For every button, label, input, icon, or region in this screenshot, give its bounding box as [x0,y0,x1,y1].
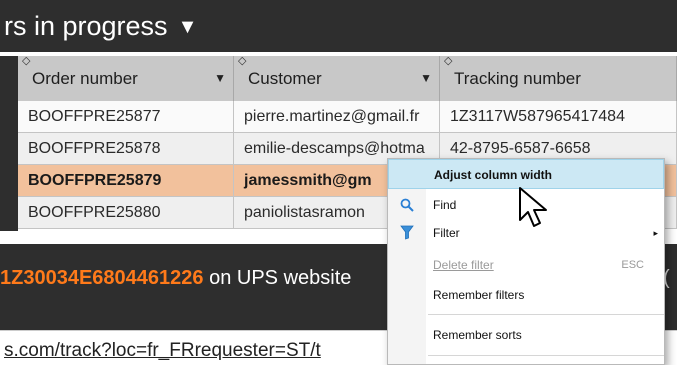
menu-item-shortcut: ESC [621,259,644,271]
tracking-link[interactable]: 1Z30034E6804461226 on UPS website [0,267,351,290]
sort-icon[interactable]: ◇ [22,56,30,84]
tracking-code[interactable]: 1Z30034E6804461226 [0,267,204,289]
column-header-label: Customer [248,69,322,88]
menu-item-label: Find [433,198,457,212]
column-header-label: Tracking number [454,69,581,88]
filter-icon [398,218,416,250]
menu-item-label: Remember filters [433,288,525,302]
menu-item-remember-filters[interactable]: Remember filters [388,280,664,310]
banner-trailing-text: ( [663,267,670,289]
view-title: rs in progress [4,11,168,41]
column-filter-icon[interactable]: ▼ [214,56,226,101]
menu-item-label: Delete filter [433,258,494,272]
menu-item-label: Filter [433,226,460,240]
view-title-bar[interactable]: rs in progress ▼ [0,0,677,52]
sort-icon[interactable]: ◇ [238,56,246,84]
sort-icon[interactable]: ◇ [444,56,452,84]
order-number-cell[interactable]: BOOFFPRE25879 [18,165,234,197]
table-row[interactable]: BOOFFPRE25877 pierre.martinez@gmail.fr 1… [0,101,677,133]
menu-item-delete-filter: Delete filter ESC [388,250,664,280]
customer-cell[interactable]: pierre.martinez@gmail.fr [234,101,440,133]
tracking-url[interactable]: s.com/track?loc=fr_FRrequester=ST/t [4,340,321,361]
view-dropdown-icon[interactable]: ▼ [178,16,198,38]
menu-separator [428,314,664,315]
column-header-order-number[interactable]: ◇ Order number ▼ [18,56,234,101]
menu-item-remember-sorts[interactable]: Remember sorts [388,320,664,350]
menu-separator [428,355,664,356]
menu-item-label: Remember sorts [433,328,522,342]
column-header-tracking-number[interactable]: ◇ Tracking number [440,56,677,101]
column-filter-icon[interactable]: ▼ [420,56,432,101]
tracking-link-text[interactable]: on UPS website [204,267,351,289]
order-number-cell[interactable]: BOOFFPRE25880 [18,197,234,229]
column-header-customer[interactable]: ◇ Customer ▼ [234,56,440,101]
grid-header-row: ◇ Order number ▼ ◇ Customer ▼ ◇ Tracking… [0,56,677,101]
column-header-label: Order number [32,69,138,88]
order-number-cell[interactable]: BOOFFPRE25877 [18,101,234,133]
tracking-number-cell[interactable]: 1Z3117W587965417484 [440,101,677,133]
submenu-arrow-icon: ▸ [653,228,658,238]
order-number-cell[interactable]: BOOFFPRE25878 [18,133,234,165]
mouse-pointer-icon [519,187,547,227]
menu-item-adjust-column-width[interactable]: Adjust column width [388,159,664,189]
